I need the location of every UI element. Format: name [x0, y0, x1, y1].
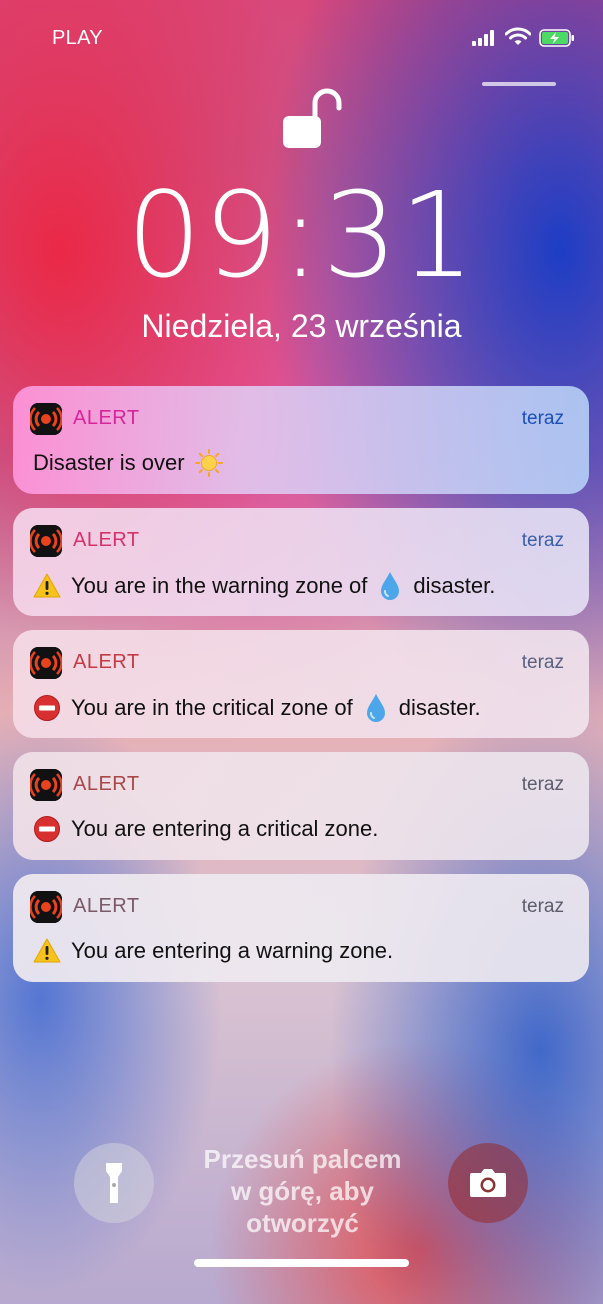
notification-time: teraz	[521, 530, 564, 551]
notification-text: Disaster is over	[33, 450, 185, 475]
alert-app-icon	[30, 769, 62, 801]
notification-card[interactable]: ALERT teraz You are in the warning zone …	[13, 508, 589, 616]
notification-text: You are entering a critical zone.	[71, 816, 379, 841]
droplet-icon	[379, 571, 401, 601]
notification-time: teraz	[521, 774, 564, 795]
warning-icon	[33, 937, 61, 965]
home-indicator[interactable]	[194, 1259, 409, 1267]
camera-icon	[470, 1169, 506, 1197]
notification-message: You are entering a warning zone.	[33, 937, 393, 965]
signal-strength-icon	[472, 30, 496, 46]
notification-card[interactable]: ALERT teraz You are in the critical zone…	[13, 630, 589, 738]
battery-charging-icon	[539, 29, 574, 47]
notification-time: teraz	[521, 652, 564, 673]
notification-card[interactable]: ALERT teraz You are entering a critical …	[13, 752, 589, 860]
flashlight-button[interactable]	[74, 1143, 154, 1223]
alert-app-icon	[30, 525, 62, 557]
notification-message: Disaster is over	[33, 449, 233, 477]
notification-time: teraz	[521, 896, 564, 917]
notification-text: You are in the critical zone of	[71, 695, 353, 720]
alert-app-icon	[30, 891, 62, 923]
droplet-icon	[365, 693, 387, 723]
no-entry-icon	[33, 694, 61, 722]
notification-app-name: ALERT	[73, 407, 140, 429]
notification-time: teraz	[521, 408, 564, 429]
notification-card[interactable]: ALERT teraz Disaster is over	[13, 386, 589, 494]
notification-app-name: ALERT	[73, 651, 140, 673]
status-indicator-bar	[482, 82, 556, 86]
swipe-up-hint: Przesuń palcem w górę, aby otworzyć	[190, 1143, 415, 1239]
notification-text: You are entering a warning zone.	[71, 938, 394, 963]
alert-app-icon	[30, 647, 62, 679]
alert-app-icon	[30, 403, 62, 435]
carrier-label: PLAY	[52, 27, 103, 49]
swipe-hint-line: otworzyć	[246, 1208, 359, 1238]
unlocked-padlock-icon	[283, 88, 342, 148]
lock-screen-date: Niedziela, 23 września	[141, 308, 462, 344]
camera-button[interactable]	[448, 1143, 528, 1223]
swipe-hint-line: Przesuń palcem	[203, 1144, 402, 1174]
notification-message: You are entering a critical zone.	[33, 815, 378, 843]
notification-app-name: ALERT	[73, 529, 140, 551]
flashlight-icon	[106, 1163, 122, 1203]
no-entry-icon	[33, 815, 61, 843]
notification-suffix: disaster.	[413, 573, 496, 598]
lock-screen-time: 09:31	[126, 166, 477, 304]
sun-icon	[195, 449, 223, 477]
wifi-icon	[505, 27, 531, 45]
swipe-hint-line: w górę, aby	[230, 1176, 375, 1206]
notification-app-name: ALERT	[73, 895, 140, 917]
notification-message: You are in the critical zone of disaster…	[33, 693, 481, 723]
notification-suffix: disaster.	[398, 695, 481, 720]
warning-icon	[33, 572, 61, 600]
notification-app-name: ALERT	[73, 773, 140, 795]
notification-message: You are in the warning zone of disaster.	[33, 571, 495, 601]
notification-text: You are in the warning zone of	[71, 573, 368, 598]
status-bar: PLAY	[0, 24, 603, 86]
notification-card[interactable]: ALERT teraz You are entering a warning z…	[13, 874, 589, 982]
